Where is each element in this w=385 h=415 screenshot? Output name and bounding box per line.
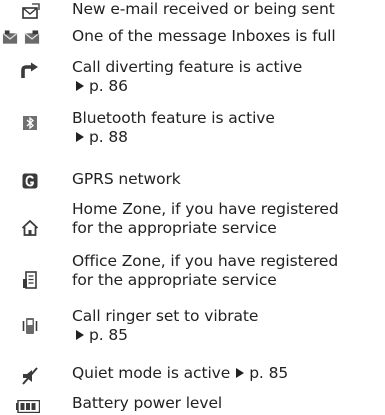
item-call-divert: Call diverting feature is active p. 86 [72,58,302,96]
item-email-text: New e-mail received or being sent [72,0,335,18]
page-reference: p. 88 [72,128,275,147]
item-battery-text: Battery power level [72,394,223,412]
item-office-zone: Office Zone, if you have registered for … [72,252,338,290]
item-bluetooth-text: Bluetooth feature is active [72,109,275,127]
triangle-arrow-icon [236,368,245,378]
gprs-icon [22,173,38,189]
envelope-sending-icon [22,3,40,19]
item-bluetooth: Bluetooth feature is active p. 88 [72,109,275,147]
page-reference: p. 86 [72,77,302,96]
bluetooth-icon [23,116,37,130]
item-office-zone-line1: Office Zone, if you have registered [72,252,339,270]
item-home-zone-line1: Home Zone, if you have registered [72,200,339,218]
item-gprs-text: GPRS network [72,170,181,188]
item-vibrate: Call ringer set to vibrate p. 85 [72,307,258,345]
triangle-arrow-icon [76,330,84,340]
page-reference: p. 85 [72,326,258,345]
item-inbox-full-text: One of the message Inboxes is full [72,27,336,45]
home-zone-icon [21,219,39,236]
battery-icon [16,400,40,413]
item-quiet-mode-text: Quiet mode is active [72,364,231,382]
inbox-full-icon [2,30,18,44]
item-call-divert-text: Call diverting feature is active [72,58,303,76]
page: { "items": [ { "icon": "envelope-sending… [0,0,385,415]
inbox-full-secondary-icon [24,30,40,44]
triangle-arrow-icon [76,81,84,91]
item-home-zone: Home Zone, if you have registered for th… [72,200,339,238]
item-quiet-mode: Quiet mode is active p. 85 [72,364,288,383]
quiet-mode-icon [22,367,38,385]
page-reference-text: p. 88 [89,128,128,146]
triangle-arrow-icon [76,132,84,142]
page-reference-text: p. 85 [249,364,289,382]
item-home-zone-line2: for the appropriate service [72,219,277,237]
item-office-zone-line2: for the appropriate service [72,271,277,289]
call-divert-icon [21,62,38,78]
office-zone-icon [23,271,37,289]
page-reference-text: p. 86 [89,77,128,95]
page-reference-text: p. 85 [89,326,128,344]
vibrate-icon [22,318,38,334]
item-vibrate-text: Call ringer set to vibrate [72,307,259,325]
